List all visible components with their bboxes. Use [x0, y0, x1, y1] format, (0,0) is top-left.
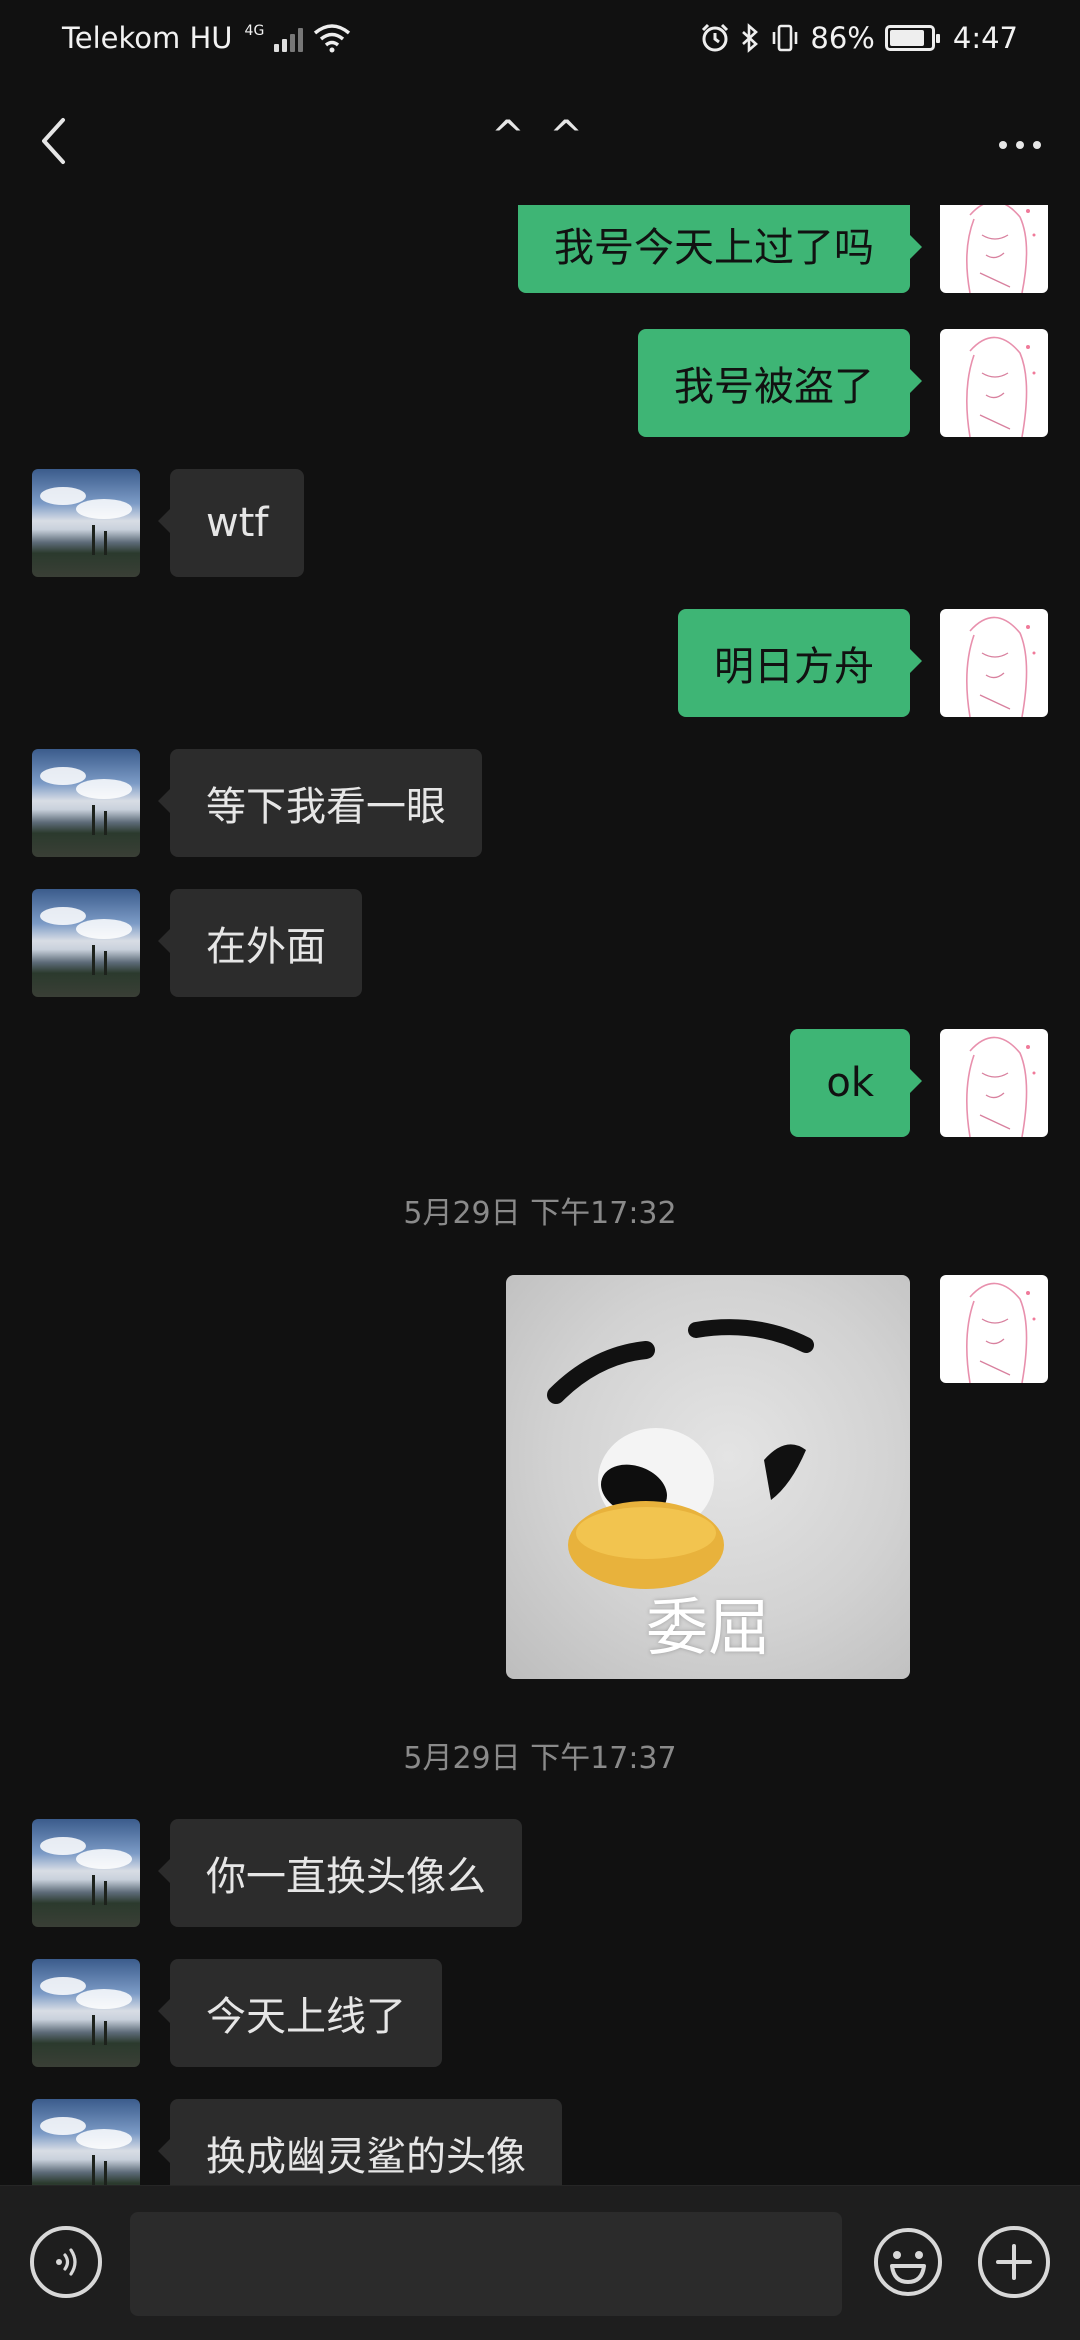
more-button[interactable]: [988, 115, 1052, 175]
my-avatar[interactable]: [940, 1029, 1048, 1137]
incoming-bubble[interactable]: 等下我看一眼: [158, 749, 482, 857]
signal-icon: [274, 24, 304, 52]
more-dots-icon: [999, 141, 1007, 149]
message-text: 你一直换头像么: [206, 1854, 486, 1900]
carrier-name: Telekom HU: [62, 20, 233, 55]
plus-button[interactable]: [978, 2226, 1050, 2298]
contact-avatar[interactable]: [32, 1959, 140, 2067]
status-right: 86% 4:47: [700, 21, 1018, 55]
contact-avatar[interactable]: [32, 749, 140, 857]
timestamp: 5月29日 下午17:37: [403, 1741, 677, 1776]
incoming-bubble[interactable]: 你一直换头像么: [158, 1819, 522, 1927]
message-text: 今天上线了: [206, 1994, 406, 2040]
message-text: 我号被盗了: [674, 364, 874, 410]
outgoing-bubble[interactable]: 我号被盗了: [638, 329, 922, 437]
sticker-image[interactable]: 委屈: [506, 1275, 910, 1679]
battery-level: [889, 29, 925, 46]
message-input[interactable]: [130, 2212, 842, 2316]
my-avatar[interactable]: [940, 205, 1048, 293]
wifi-icon: [314, 23, 351, 52]
vibrate-icon: [773, 24, 798, 51]
status-left: Telekom HU 4G: [62, 21, 351, 55]
battery-percent: 86%: [810, 20, 875, 55]
my-avatar[interactable]: [940, 609, 1048, 717]
status-bar: Telekom HU 4G 86% 4:47: [0, 0, 1080, 75]
message-text: 明日方舟: [714, 644, 874, 690]
message-text: 换成幽灵鲨的头像: [206, 2134, 526, 2180]
message-text: wtf: [206, 500, 269, 546]
contact-avatar[interactable]: [32, 469, 140, 577]
chat-header: ^ ^: [0, 75, 1080, 205]
chat-message-list[interactable]: 我号今天上过了吗 我号被盗了 wtf 明日方舟 等下我看一眼 在外面 ok 5月…: [0, 205, 1080, 2185]
incoming-bubble[interactable]: 换成幽灵鲨的头像: [158, 2099, 562, 2185]
message-text: 我号今天上过了吗: [554, 225, 874, 271]
message-text: 等下我看一眼: [206, 784, 446, 830]
sticker-caption: 委屈: [645, 1591, 770, 1664]
outgoing-bubble[interactable]: 我号今天上过了吗: [518, 205, 922, 293]
outgoing-bubble[interactable]: ok: [790, 1029, 922, 1137]
incoming-bubble[interactable]: wtf: [157, 469, 305, 577]
input-bar: [0, 2185, 1080, 2340]
contact-avatar[interactable]: [32, 1819, 140, 1927]
plus-icon: [996, 2244, 1032, 2280]
outgoing-bubble[interactable]: 明日方舟: [678, 609, 922, 717]
my-avatar[interactable]: [940, 1275, 1048, 1383]
incoming-bubble[interactable]: 今天上线了: [158, 1959, 442, 2067]
emoji-button[interactable]: [872, 2226, 944, 2298]
voice-icon: [56, 2248, 77, 2276]
contact-avatar[interactable]: [32, 889, 140, 997]
network-type: 4G: [244, 22, 265, 39]
emoji-icon: [874, 2228, 942, 2296]
my-avatar[interactable]: [940, 329, 1048, 437]
chat-title: ^ ^: [491, 113, 589, 159]
incoming-bubble[interactable]: 在外面: [158, 889, 362, 997]
message-text: 在外面: [206, 924, 326, 970]
alarm-icon: [702, 23, 729, 51]
battery-icon: [884, 24, 940, 51]
bluetooth-icon: [742, 22, 759, 53]
clock: 4:47: [952, 20, 1018, 55]
contact-avatar[interactable]: [32, 2099, 140, 2185]
message-text: ok: [826, 1060, 874, 1106]
timestamp: 5月29日 下午17:32: [403, 1196, 677, 1231]
voice-button[interactable]: [30, 2226, 102, 2298]
